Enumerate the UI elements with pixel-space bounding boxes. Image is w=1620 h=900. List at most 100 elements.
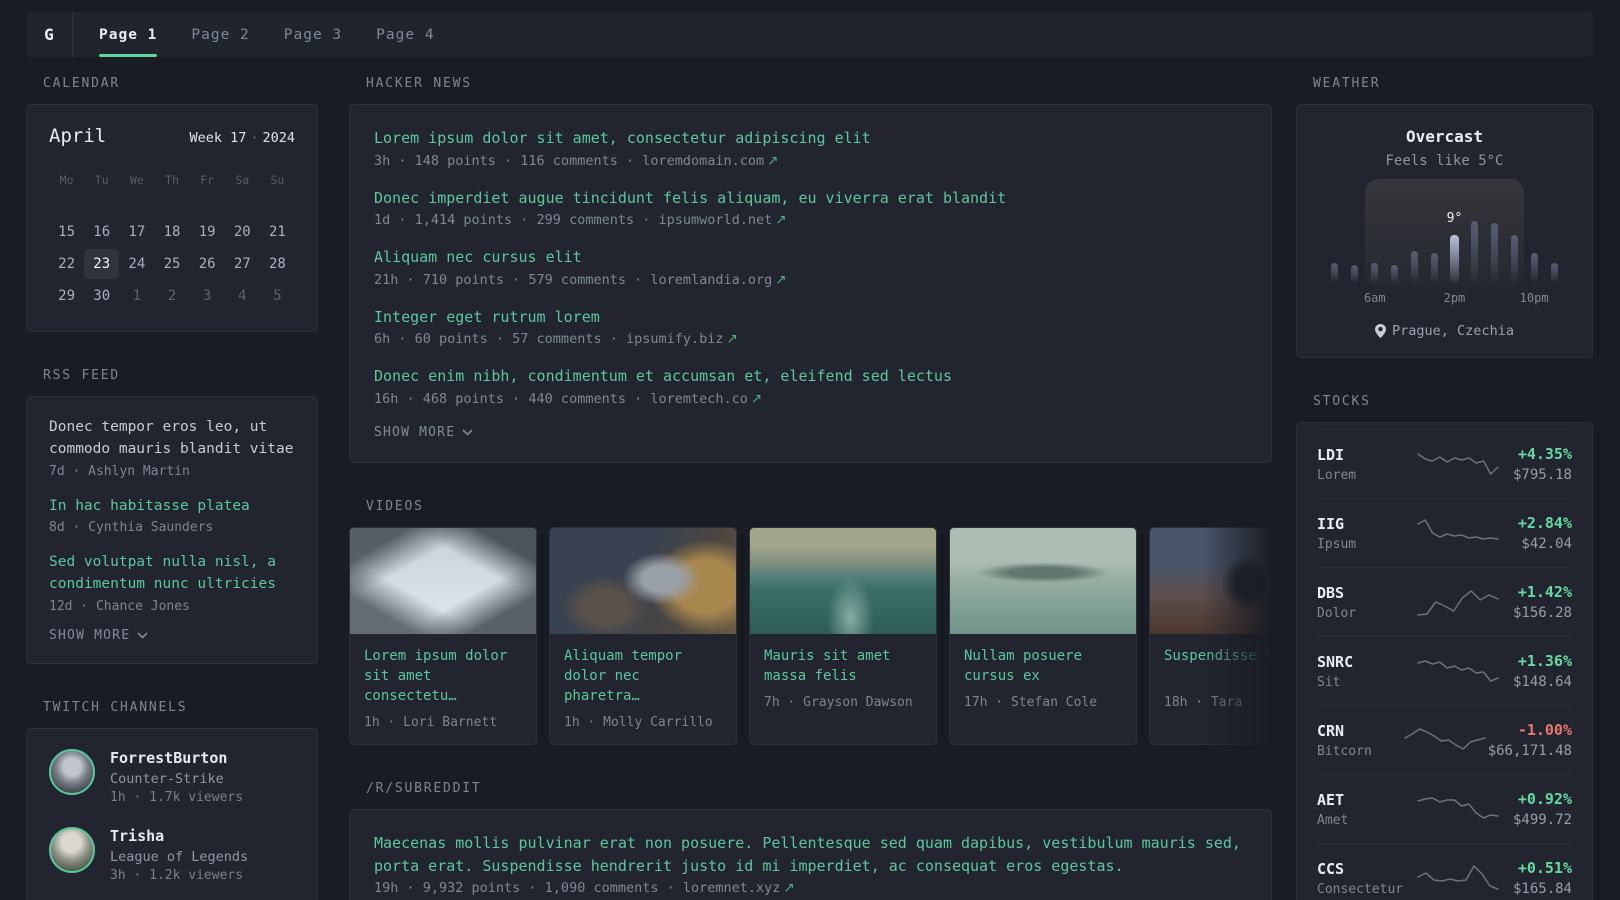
reddit-header: /R/SUBREDDIT — [366, 781, 482, 797]
stock-sparkline — [1417, 660, 1499, 682]
rss-show-more-button[interactable]: SHOW MORE — [49, 628, 148, 643]
video-card[interactable]: Mauris sit amet massa felis 7h · Grayson… — [749, 526, 937, 746]
weekday-label: Fr — [200, 173, 215, 187]
rss-header: RSS FEED — [43, 368, 121, 383]
temperature-bar — [1331, 263, 1339, 283]
stock-id: DBS Dolor — [1317, 584, 1415, 621]
stock-price: $795.18 — [1512, 467, 1572, 483]
temperature-bar — [1371, 263, 1379, 283]
stock-values: +4.35% $795.18 — [1501, 445, 1572, 483]
item-stats: 1d · 1,414 points · 299 comments · — [374, 212, 651, 228]
page-tabs: Page 1 Page 2 Page 3 Page 4 — [73, 12, 435, 57]
hackernews-item: Donec enim nibh, condimentum et accumsan… — [374, 365, 1247, 407]
stock-sparkline — [1417, 590, 1499, 616]
weather-feels-like: Feels like 5°C — [1385, 153, 1504, 169]
stock-price: $148.64 — [1512, 674, 1572, 690]
stock-values: +2.84% $42.04 — [1501, 514, 1572, 552]
avatar[interactable] — [49, 748, 95, 795]
calendar-day: 22 — [58, 256, 75, 272]
hackernews-item-title[interactable]: Lorem ipsum dolor sit amet, consectetur … — [374, 127, 1247, 150]
weather-tick-label: 2pm — [1443, 291, 1466, 305]
video-card[interactable]: Suspendisse diam 18h · Tara — [1149, 526, 1272, 746]
external-link-icon: ↗ — [726, 331, 738, 347]
video-card[interactable]: Nullam posuere cursus ex 17h · Stefan Co… — [949, 526, 1137, 746]
item-domain: ipsumworld.net — [658, 212, 773, 228]
current-temp-label: 9° — [1446, 211, 1463, 226]
video-card[interactable]: Aliquam tempor dolor nec pharetra… 1h · … — [549, 526, 737, 746]
post-domain-link[interactable]: loremnet.xyz ↗ — [683, 880, 795, 896]
video-text: Nullam posuere cursus ex 17h · Stefan Co… — [950, 634, 1136, 725]
stock-row[interactable]: CRN Bitcorn -1.00% $66,171.48 — [1317, 705, 1572, 774]
videos-header: VIDEOS — [366, 498, 424, 514]
channel-meta: 1h · 1.7k viewers — [110, 789, 244, 805]
weather-hour-slot — [1524, 199, 1544, 283]
hackernews-show-more-button[interactable]: SHOW MORE — [374, 425, 473, 440]
channel-name[interactable]: ForrestBurton — [110, 749, 243, 767]
twitch-channel-row[interactable]: ForrestBurton Counter-Strike 1h · 1.7k v… — [49, 748, 295, 805]
hackernews-card: Lorem ipsum dolor sit amet, consectetur … — [349, 104, 1272, 463]
page-tab[interactable]: Page 3 — [284, 12, 342, 57]
weather-widget: WEATHER Overcast Feels like 5°C 9° 6am 2p… — [1296, 76, 1593, 358]
stock-symbol: DBS — [1317, 583, 1345, 602]
rss-item-title[interactable]: Donec tempor eros leo, ut commodo mauris… — [49, 417, 295, 461]
external-link-icon: ↗ — [783, 880, 795, 897]
hackernews-list: Lorem ipsum dolor sit amet, consectetur … — [374, 127, 1247, 407]
hackernews-item-title[interactable]: Donec imperdiet augue tincidunt felis al… — [374, 187, 1247, 210]
video-title[interactable]: Mauris sit amet massa felis — [764, 646, 922, 687]
stock-name: Bitcorn — [1317, 743, 1372, 759]
rss-item-title[interactable]: In hac habitasse platea — [49, 496, 295, 518]
video-title[interactable]: Nullam posuere cursus ex — [964, 646, 1122, 687]
video-text: Lorem ipsum dolor sit amet consectetu… 1… — [350, 634, 536, 745]
page-tab[interactable]: Page 4 — [376, 12, 434, 57]
weather-hour-slot — [1405, 199, 1425, 283]
stock-row[interactable]: AET Amet +0.92% $499.72 — [1317, 774, 1572, 843]
stock-row[interactable]: CCS Consectetur +0.51% $165.84 — [1317, 843, 1572, 900]
video-title[interactable]: Aliquam tempor dolor nec pharetra… — [564, 646, 722, 707]
twitch-widget: TWITCH CHANNELS ForrestBurton Counter-St — [26, 700, 318, 900]
video-thumbnail[interactable] — [350, 527, 536, 634]
video-thumbnail[interactable] — [950, 527, 1136, 634]
reddit-post-title[interactable]: Maecenas mollis pulvinar erat non posuer… — [374, 832, 1247, 877]
page-tab-label: Page 1 — [99, 26, 158, 43]
video-title[interactable]: Lorem ipsum dolor sit amet consectetu… — [364, 646, 522, 707]
week-number: Week 17 — [189, 130, 247, 146]
item-domain-link[interactable]: ipsumify.biz ↗ — [626, 331, 738, 347]
stock-sparkline — [1417, 453, 1499, 475]
item-domain: loremtech.co — [650, 390, 748, 407]
hackernews-item-title[interactable]: Integer eget rutrum lorem — [374, 306, 1247, 329]
twitch-header: TWITCH CHANNELS — [43, 699, 188, 715]
hackernews-item-title[interactable]: Donec enim nibh, condimentum et accumsan… — [374, 365, 1247, 388]
page-tab[interactable]: Page 2 — [191, 12, 249, 57]
external-link-icon: ↗ — [750, 390, 763, 407]
video-thumbnail[interactable] — [550, 527, 736, 634]
avatar[interactable] — [49, 826, 95, 873]
logo[interactable]: G — [26, 12, 73, 57]
weekday-label: Mo — [59, 173, 74, 187]
hackernews-item-title[interactable]: Aliquam nec cursus elit — [374, 246, 1247, 269]
stock-row[interactable]: SNRC Sit +1.36% $148.64 — [1317, 636, 1572, 705]
calendar-day: 5 — [273, 288, 282, 304]
video-thumbnail[interactable] — [750, 527, 936, 634]
stock-row[interactable]: DBS Dolor +1.42% $156.28 — [1317, 567, 1572, 636]
channel-name[interactable]: Trisha — [110, 827, 248, 845]
page-tab[interactable]: Page 1 — [99, 12, 158, 57]
item-domain-link[interactable]: ipsumworld.net ↗ — [658, 212, 786, 228]
twitch-channel-row[interactable]: Trisha League of Legends 3h · 1.2k viewe… — [49, 826, 295, 883]
rss-item-title[interactable]: Sed volutpat nulla nisl, a condimentum n… — [49, 552, 295, 596]
calendar-day: 30 — [93, 288, 111, 304]
stock-row[interactable]: LDI Lorem +4.35% $795.18 — [1317, 429, 1572, 498]
weather-hour-slot — [1365, 199, 1385, 283]
item-domain-link[interactable]: loremlandia.org ↗ — [650, 272, 786, 288]
temperature-bar — [1431, 253, 1439, 283]
item-domain: loremdomain.com — [642, 152, 765, 169]
video-card[interactable]: Lorem ipsum dolor sit amet consectetu… 1… — [349, 526, 537, 746]
item-domain-link[interactable]: loremdomain.com ↗ — [642, 153, 778, 169]
stock-row[interactable]: IIG Ipsum +2.84% $42.04 — [1317, 498, 1572, 567]
weekday-label: Tu — [94, 173, 109, 187]
video-title[interactable]: Suspendisse diam — [1164, 646, 1272, 686]
item-domain-link[interactable]: loremtech.co ↗ — [650, 391, 762, 407]
stocks-header: STOCKS — [1313, 394, 1371, 409]
temperature-bar — [1490, 223, 1498, 283]
rss-item-meta: 8d · Cynthia Saunders — [49, 520, 214, 536]
video-thumbnail[interactable] — [1150, 527, 1272, 634]
